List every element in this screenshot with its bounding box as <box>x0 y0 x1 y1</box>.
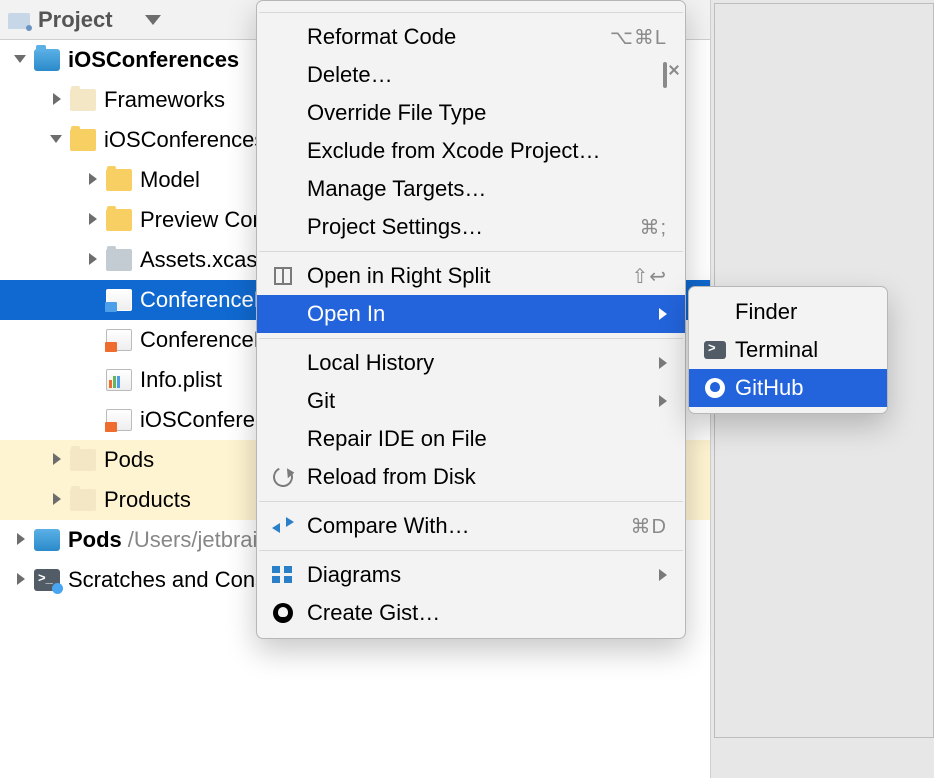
mi-split-icon <box>271 264 295 288</box>
submenu-item-label: Finder <box>735 299 797 325</box>
menu-item[interactable]: Repair IDE on File <box>257 420 685 458</box>
chevron-right-icon[interactable] <box>14 533 28 547</box>
mi-compare-icon <box>271 514 295 538</box>
menu-item[interactable]: Open in Right Split ⇧↩ <box>257 257 685 295</box>
chevron-right-icon[interactable] <box>50 453 64 467</box>
menu-item-label: Repair IDE on File <box>307 426 487 452</box>
mi-diagram-icon <box>271 563 295 587</box>
menu-item-label: Diagrams <box>307 562 401 588</box>
mi-gist-icon <box>271 601 295 625</box>
menu-item[interactable]: Project Settings… ⌘; <box>257 208 685 246</box>
submenu-item[interactable]: GitHub <box>689 369 887 407</box>
tree-label: iOSConferences <box>68 47 239 73</box>
submenu-item-label: Terminal <box>735 337 818 363</box>
panel-title: Project <box>38 7 113 33</box>
chevron-down-icon[interactable] <box>145 15 161 25</box>
menu-item[interactable]: Reformat Code ⌥⌘L <box>257 18 685 56</box>
menu-item[interactable]: Open In <box>257 295 685 333</box>
menu-separator <box>259 12 683 13</box>
tree-label: Info.plist <box>140 367 222 393</box>
file-icon <box>106 409 132 431</box>
menu-item-label: Exclude from Xcode Project… <box>307 138 600 164</box>
chevron-right-icon[interactable] <box>50 93 64 107</box>
submenu-item[interactable]: Finder <box>689 293 887 331</box>
menu-separator <box>259 251 683 252</box>
menu-item-label: Project Settings… <box>307 214 483 240</box>
file-icon <box>106 369 132 391</box>
project-icon <box>8 11 30 29</box>
menu-item-label: Manage Targets… <box>307 176 486 202</box>
menu-item[interactable]: Diagrams <box>257 556 685 594</box>
submenu-item[interactable]: Terminal <box>689 331 887 369</box>
menu-item-label: Compare With… <box>307 513 470 539</box>
mi-reload-icon <box>271 465 295 489</box>
menu-item[interactable]: Delete… <box>257 56 685 94</box>
delete-icon <box>663 64 667 87</box>
menu-item-label: Override File Type <box>307 100 486 126</box>
menu-item[interactable]: Git <box>257 382 685 420</box>
tree-label: iOSConferences <box>104 127 265 153</box>
arrow-placeholder <box>86 373 100 387</box>
menu-shortcut: ⇧↩ <box>631 264 667 289</box>
menu-item-label: Local History <box>307 350 434 376</box>
file-icon <box>106 289 132 311</box>
menu-item[interactable]: Local History <box>257 344 685 382</box>
menu-item[interactable]: Reload from Disk <box>257 458 685 496</box>
menu-item-label: Create Gist… <box>307 600 440 626</box>
chevron-down-icon[interactable] <box>50 133 64 147</box>
si-gh-icon <box>703 376 727 400</box>
file-icon <box>106 249 132 271</box>
menu-item-label: Reload from Disk <box>307 464 476 490</box>
file-icon <box>34 49 60 71</box>
menu-item[interactable]: Create Gist… <box>257 594 685 632</box>
chevron-right-icon <box>659 357 667 369</box>
tree-label: Pods <box>104 447 154 473</box>
chevron-right-icon[interactable] <box>86 253 100 267</box>
menu-item-label: Reformat Code <box>307 24 456 50</box>
menu-item[interactable]: Exclude from Xcode Project… <box>257 132 685 170</box>
arrow-placeholder <box>86 293 100 307</box>
arrow-placeholder <box>86 413 100 427</box>
submenu-item-label: GitHub <box>735 375 803 401</box>
menu-shortcut: ⌘D <box>631 514 667 539</box>
menu-item[interactable]: Compare With… ⌘D <box>257 507 685 545</box>
chevron-right-icon[interactable] <box>50 493 64 507</box>
menu-item-label: Delete… <box>307 62 393 88</box>
file-icon <box>106 169 132 191</box>
menu-item-label: Git <box>307 388 335 414</box>
tree-label: Products <box>104 487 191 513</box>
file-icon: >_ <box>34 569 60 591</box>
file-icon <box>70 89 96 111</box>
chevron-down-icon[interactable] <box>14 53 28 67</box>
context-menu: Reformat Code ⌥⌘L Delete… Override File Typ… <box>256 0 686 639</box>
open-in-submenu: Finder Terminal GitHub <box>688 286 888 414</box>
menu-separator <box>259 501 683 502</box>
arrow-placeholder <box>86 333 100 347</box>
chevron-right-icon[interactable] <box>86 213 100 227</box>
chevron-right-icon[interactable] <box>14 573 28 587</box>
menu-separator <box>259 550 683 551</box>
chevron-right-icon[interactable] <box>86 173 100 187</box>
tree-label: Pods <box>68 527 122 553</box>
file-icon <box>70 489 96 511</box>
menu-shortcut: ⌘; <box>639 215 667 240</box>
chevron-right-icon <box>659 569 667 581</box>
file-icon <box>106 329 132 351</box>
menu-separator <box>259 338 683 339</box>
file-icon <box>70 449 96 471</box>
si-term-icon <box>703 338 727 362</box>
menu-item[interactable]: Override File Type <box>257 94 685 132</box>
chevron-right-icon <box>659 308 667 320</box>
file-icon <box>70 129 96 151</box>
file-icon <box>34 529 60 551</box>
menu-shortcut: ⌥⌘L <box>610 25 667 50</box>
chevron-right-icon <box>659 395 667 407</box>
menu-item[interactable]: Manage Targets… <box>257 170 685 208</box>
tree-label: Model <box>140 167 200 193</box>
file-icon <box>106 209 132 231</box>
menu-item-label: Open in Right Split <box>307 263 490 289</box>
menu-item-label: Open In <box>307 301 385 327</box>
tree-label: Frameworks <box>104 87 225 113</box>
